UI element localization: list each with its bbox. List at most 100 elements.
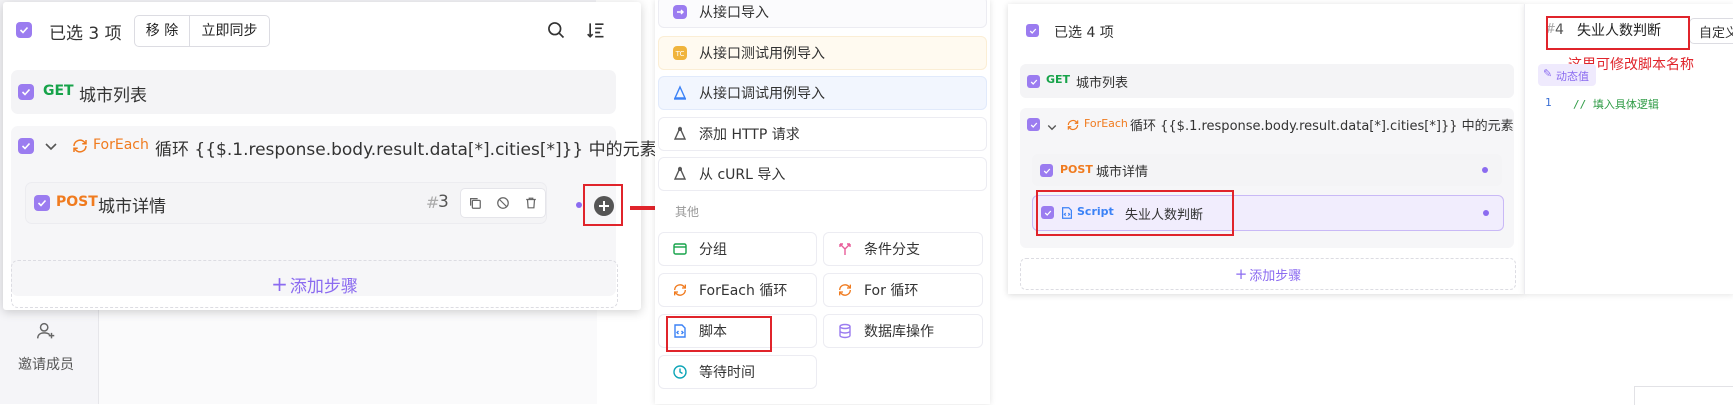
sort-icon[interactable] [583, 17, 609, 43]
toast-corner [1634, 386, 1733, 405]
http-icon [671, 125, 689, 143]
menu-item-label: 条件分支 [864, 242, 920, 258]
foreach-tag: ForEach [93, 137, 149, 153]
plus-icon: + [271, 272, 288, 296]
foreach-checkbox[interactable] [18, 138, 34, 154]
add-step-button[interactable]: + 添加步骤 [1020, 258, 1516, 290]
menu-item-label: 等待时间 [699, 365, 755, 381]
foreach-text: 循环 {{$.1.response.body.result.data[*].ci… [155, 140, 657, 160]
menu-item-label: 数据库操作 [864, 324, 934, 340]
method-badge: GET [1046, 73, 1071, 86]
loop-icon [836, 281, 854, 299]
method-badge: GET [43, 83, 74, 99]
menu-item-label: For 循环 [864, 283, 919, 299]
loop-icon [71, 137, 89, 159]
foreach-tag: ForEach [1084, 117, 1128, 130]
menu-item-foreach[interactable]: ForEach 循环 [658, 273, 817, 307]
chevron-down-icon[interactable] [1046, 118, 1058, 137]
highlight-script-step [1036, 190, 1234, 236]
add-step-label: 添加步骤 [1249, 268, 1302, 284]
code-line[interactable]: // 填入具体逻辑 [1573, 96, 1659, 112]
menu-item-add-http[interactable]: 添加 HTTP 请求 [658, 117, 987, 151]
plus-icon: + [1234, 265, 1248, 283]
add-step-label: 添加步骤 [289, 276, 358, 297]
tc-icon: TC [671, 44, 689, 62]
main-area [98, 300, 597, 404]
chevron-down-icon[interactable] [43, 138, 59, 158]
left-steps-panel: 已选 3 项 移 除 立即同步 GET 城市列表 ForEach 循环 {{$.… [3, 2, 657, 310]
select-all-checkbox[interactable] [1026, 24, 1039, 37]
curl-icon [671, 165, 689, 183]
invite-member[interactable]: 邀请成员 [10, 318, 82, 378]
menu-item-import-api[interactable]: 从接口导入 [658, 0, 987, 28]
import-icon [671, 3, 689, 21]
menu-item-database[interactable]: 数据库操作 [823, 314, 983, 348]
step-index: 3 [438, 192, 449, 212]
custom-tab-label: 自定义 [1699, 26, 1733, 41]
menu-item-label: 从接口调试用例导入 [699, 86, 825, 102]
disable-icon[interactable] [490, 190, 516, 216]
add-step-button[interactable]: + 添加步骤 [11, 260, 618, 308]
step-row-post[interactable]: POST 城市详情 # 3 [25, 182, 547, 224]
add-user-icon [35, 320, 57, 346]
select-all-checkbox[interactable] [16, 22, 32, 38]
remove-button[interactable]: 移 除 [135, 16, 190, 46]
add-step-menu: 从接口导入 TC 从接口测试用例导入 从接口调试用例导入 添加 HTTP 请求 … [655, 0, 990, 404]
clock-icon [671, 363, 689, 381]
database-icon [836, 322, 854, 340]
menu-item-condition[interactable]: 条件分支 [823, 232, 983, 266]
foreach-checkbox[interactable] [1027, 118, 1040, 131]
menu-item-group[interactable]: 分组 [658, 232, 817, 266]
debug-case-icon [671, 84, 689, 102]
selected-count: 已选 4 项 [1054, 25, 1114, 41]
group-icon [671, 240, 689, 258]
right-steps-panel: 已选 4 项 GET 城市列表 ForEach 循环 {{$.1.respons… [1008, 4, 1524, 294]
step-row-post[interactable]: POST 城市详情 [1032, 154, 1502, 186]
loop-icon [671, 281, 689, 299]
selected-count: 已选 3 项 [49, 24, 122, 44]
copy-icon[interactable] [462, 190, 488, 216]
code-line-number: 1 [1545, 96, 1552, 109]
step-checkbox[interactable] [1040, 164, 1053, 177]
menu-item-import-debug-case[interactable]: 从接口调试用例导入 [658, 76, 987, 110]
menu-item-wait[interactable]: 等待时间 [658, 355, 817, 389]
step-actions [460, 188, 546, 218]
custom-tab[interactable]: 自定义 [1689, 18, 1733, 44]
step-name: 城市详情 [98, 197, 166, 217]
method-badge: POST [56, 194, 98, 210]
step-checkbox[interactable] [34, 195, 50, 211]
step-name: 城市列表 [1076, 76, 1129, 91]
step-checkbox[interactable] [18, 84, 34, 100]
batch-actions: 移 除 立即同步 [134, 15, 270, 47]
menu-item-import-test-case[interactable]: TC 从接口测试用例导入 [658, 36, 987, 70]
dynamic-value-label: 动态值 [1556, 70, 1589, 83]
svg-text:TC: TC [675, 50, 685, 58]
wand-icon: ✎ [1543, 67, 1553, 80]
step-name: 城市列表 [79, 86, 147, 106]
invite-label: 邀请成员 [18, 357, 74, 373]
menu-item-for-loop[interactable]: For 循环 [823, 273, 983, 307]
search-icon[interactable] [543, 17, 569, 43]
step-row-get[interactable]: GET 城市列表 [1020, 64, 1514, 98]
delete-icon[interactable] [518, 190, 544, 216]
sync-now-button[interactable]: 立即同步 [190, 16, 269, 46]
step-name: 城市详情 [1096, 165, 1149, 180]
menu-item-label: 从 cURL 导入 [699, 167, 786, 183]
loop-icon [1066, 117, 1080, 136]
foreach-text: 循环 {{$.1.response.body.result.data[*].ci… [1130, 119, 1514, 134]
menu-item-label: 从接口测试用例导入 [699, 46, 825, 62]
status-dot [576, 202, 582, 208]
section-label: 其他 [675, 205, 700, 219]
method-badge: POST [1060, 163, 1093, 176]
menu-item-label: 分组 [699, 242, 727, 258]
step-checkbox[interactable] [1027, 75, 1040, 88]
status-dot [1482, 167, 1488, 173]
menu-item-label: ForEach 循环 [699, 283, 788, 299]
menu-item-import-curl[interactable]: 从 cURL 导入 [658, 157, 987, 191]
branch-icon [836, 240, 854, 258]
menu-item-label: 添加 HTTP 请求 [699, 127, 800, 143]
step-row-get[interactable]: GET 城市列表 [11, 70, 616, 114]
highlight-script-item [666, 316, 772, 352]
dynamic-value-button[interactable]: ✎ 动态值 [1538, 64, 1596, 86]
highlight-script-name [1546, 16, 1690, 50]
